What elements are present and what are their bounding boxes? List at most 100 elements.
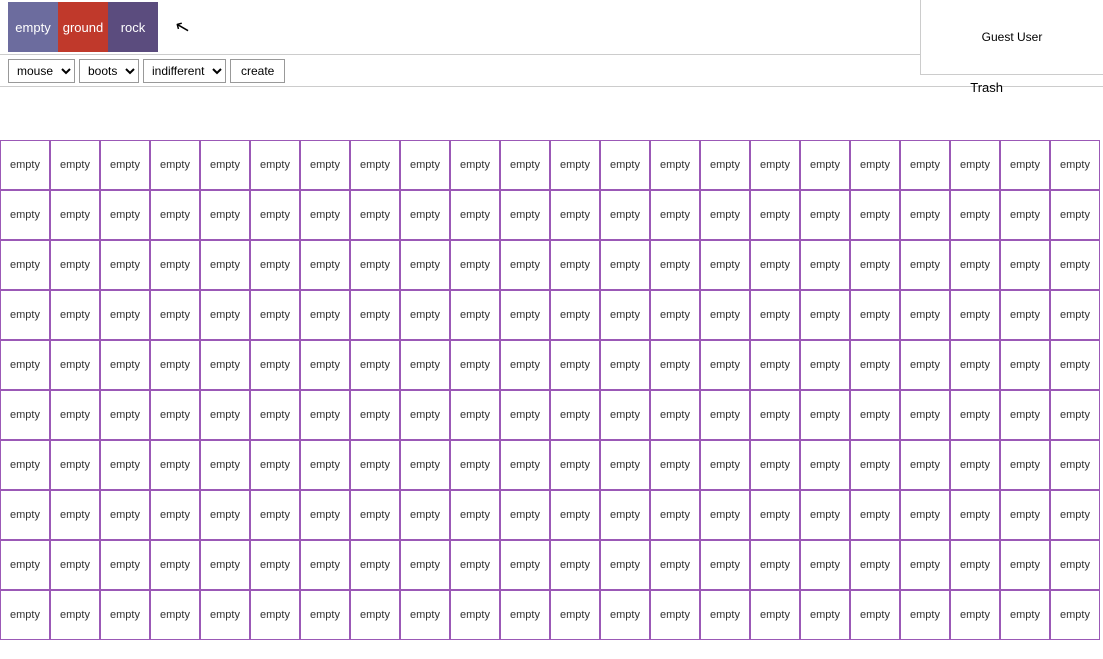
grid-cell[interactable]: empty	[950, 290, 1000, 340]
grid-cell[interactable]: empty	[200, 590, 250, 640]
grid-cell[interactable]: empty	[600, 290, 650, 340]
grid-cell[interactable]: empty	[150, 290, 200, 340]
grid-cell[interactable]: empty	[550, 290, 600, 340]
grid-cell[interactable]: empty	[150, 390, 200, 440]
grid-cell[interactable]: empty	[550, 240, 600, 290]
grid-cell[interactable]: empty	[1050, 440, 1100, 490]
create-button[interactable]: create	[230, 59, 285, 83]
grid-cell[interactable]: empty	[200, 490, 250, 540]
grid-cell[interactable]: empty	[700, 490, 750, 540]
grid-cell[interactable]: empty	[950, 340, 1000, 390]
grid-cell[interactable]: empty	[600, 590, 650, 640]
grid-cell[interactable]: empty	[500, 390, 550, 440]
grid-cell[interactable]: empty	[100, 590, 150, 640]
grid-cell[interactable]: empty	[650, 190, 700, 240]
grid-cell[interactable]: empty	[600, 190, 650, 240]
grid-cell[interactable]: empty	[1000, 190, 1050, 240]
grid-cell[interactable]: empty	[0, 540, 50, 590]
grid-cell[interactable]: empty	[650, 490, 700, 540]
grid-cell[interactable]: empty	[450, 140, 500, 190]
grid-cell[interactable]: empty	[700, 140, 750, 190]
grid-cell[interactable]: empty	[750, 190, 800, 240]
grid-cell[interactable]: empty	[100, 340, 150, 390]
grid-cell[interactable]: empty	[1000, 240, 1050, 290]
grid-cell[interactable]: empty	[900, 440, 950, 490]
grid-cell[interactable]: empty	[600, 440, 650, 490]
grid-cell[interactable]: empty	[950, 140, 1000, 190]
grid-cell[interactable]: empty	[350, 290, 400, 340]
grid-cell[interactable]: empty	[1050, 290, 1100, 340]
grid-cell[interactable]: empty	[300, 240, 350, 290]
grid-cell[interactable]: empty	[50, 140, 100, 190]
grid-cell[interactable]: empty	[150, 490, 200, 540]
grid-cell[interactable]: empty	[500, 190, 550, 240]
grid-cell[interactable]: empty	[900, 240, 950, 290]
grid-cell[interactable]: empty	[200, 340, 250, 390]
grid-cell[interactable]: empty	[1050, 590, 1100, 640]
grid-cell[interactable]: empty	[550, 390, 600, 440]
grid-cell[interactable]: empty	[150, 140, 200, 190]
grid-cell[interactable]: empty	[200, 440, 250, 490]
grid-cell[interactable]: empty	[350, 440, 400, 490]
grid-cell[interactable]: empty	[1050, 340, 1100, 390]
grid-cell[interactable]: empty	[250, 140, 300, 190]
grid-cell[interactable]: empty	[800, 490, 850, 540]
grid-cell[interactable]: empty	[1000, 340, 1050, 390]
mode-select[interactable]: mouse	[8, 59, 75, 83]
grid-cell[interactable]: empty	[600, 540, 650, 590]
grid-cell[interactable]: empty	[350, 190, 400, 240]
grid-cell[interactable]: empty	[500, 440, 550, 490]
grid-cell[interactable]: empty	[550, 140, 600, 190]
grid-cell[interactable]: empty	[350, 590, 400, 640]
grid-cell[interactable]: empty	[800, 390, 850, 440]
grid-cell[interactable]: empty	[300, 440, 350, 490]
grid-cell[interactable]: empty	[650, 440, 700, 490]
grid-cell[interactable]: empty	[250, 340, 300, 390]
grid-cell[interactable]: empty	[450, 490, 500, 540]
grid-cell[interactable]: empty	[1000, 140, 1050, 190]
grid-cell[interactable]: empty	[0, 190, 50, 240]
grid-cell[interactable]: empty	[950, 440, 1000, 490]
grid-cell[interactable]: empty	[450, 340, 500, 390]
direction-select[interactable]: indifferent	[143, 59, 226, 83]
grid-cell[interactable]: empty	[300, 340, 350, 390]
grid-cell[interactable]: empty	[1000, 390, 1050, 440]
grid-cell[interactable]: empty	[50, 590, 100, 640]
grid-cell[interactable]: empty	[500, 340, 550, 390]
grid-cell[interactable]: empty	[750, 490, 800, 540]
grid-cell[interactable]: empty	[750, 290, 800, 340]
grid-cell[interactable]: empty	[850, 390, 900, 440]
grid-cell[interactable]: empty	[0, 140, 50, 190]
grid-cell[interactable]: empty	[300, 390, 350, 440]
tile-rock-button[interactable]: rock	[108, 2, 158, 52]
grid-cell[interactable]: empty	[200, 140, 250, 190]
grid-cell[interactable]: empty	[250, 390, 300, 440]
grid-cell[interactable]: empty	[850, 340, 900, 390]
grid-cell[interactable]: empty	[750, 390, 800, 440]
grid-cell[interactable]: empty	[0, 440, 50, 490]
grid-cell[interactable]: empty	[850, 440, 900, 490]
grid-cell[interactable]: empty	[450, 590, 500, 640]
grid-cell[interactable]: empty	[400, 440, 450, 490]
grid-cell[interactable]: empty	[50, 340, 100, 390]
grid-cell[interactable]: empty	[400, 590, 450, 640]
grid-cell[interactable]: empty	[450, 290, 500, 340]
grid-cell[interactable]: empty	[100, 190, 150, 240]
grid-cell[interactable]: empty	[400, 490, 450, 540]
grid-cell[interactable]: empty	[550, 440, 600, 490]
grid-cell[interactable]: empty	[850, 140, 900, 190]
grid-cell[interactable]: empty	[100, 390, 150, 440]
grid-cell[interactable]: empty	[300, 540, 350, 590]
grid-cell[interactable]: empty	[550, 590, 600, 640]
grid-cell[interactable]: empty	[550, 540, 600, 590]
grid-cell[interactable]: empty	[500, 290, 550, 340]
grid-cell[interactable]: empty	[800, 540, 850, 590]
grid-cell[interactable]: empty	[900, 190, 950, 240]
grid-cell[interactable]: empty	[650, 340, 700, 390]
grid-cell[interactable]: empty	[400, 190, 450, 240]
grid-cell[interactable]: empty	[900, 140, 950, 190]
grid-cell[interactable]: empty	[200, 290, 250, 340]
grid-cell[interactable]: empty	[900, 290, 950, 340]
grid-cell[interactable]: empty	[850, 240, 900, 290]
grid-cell[interactable]: empty	[50, 190, 100, 240]
